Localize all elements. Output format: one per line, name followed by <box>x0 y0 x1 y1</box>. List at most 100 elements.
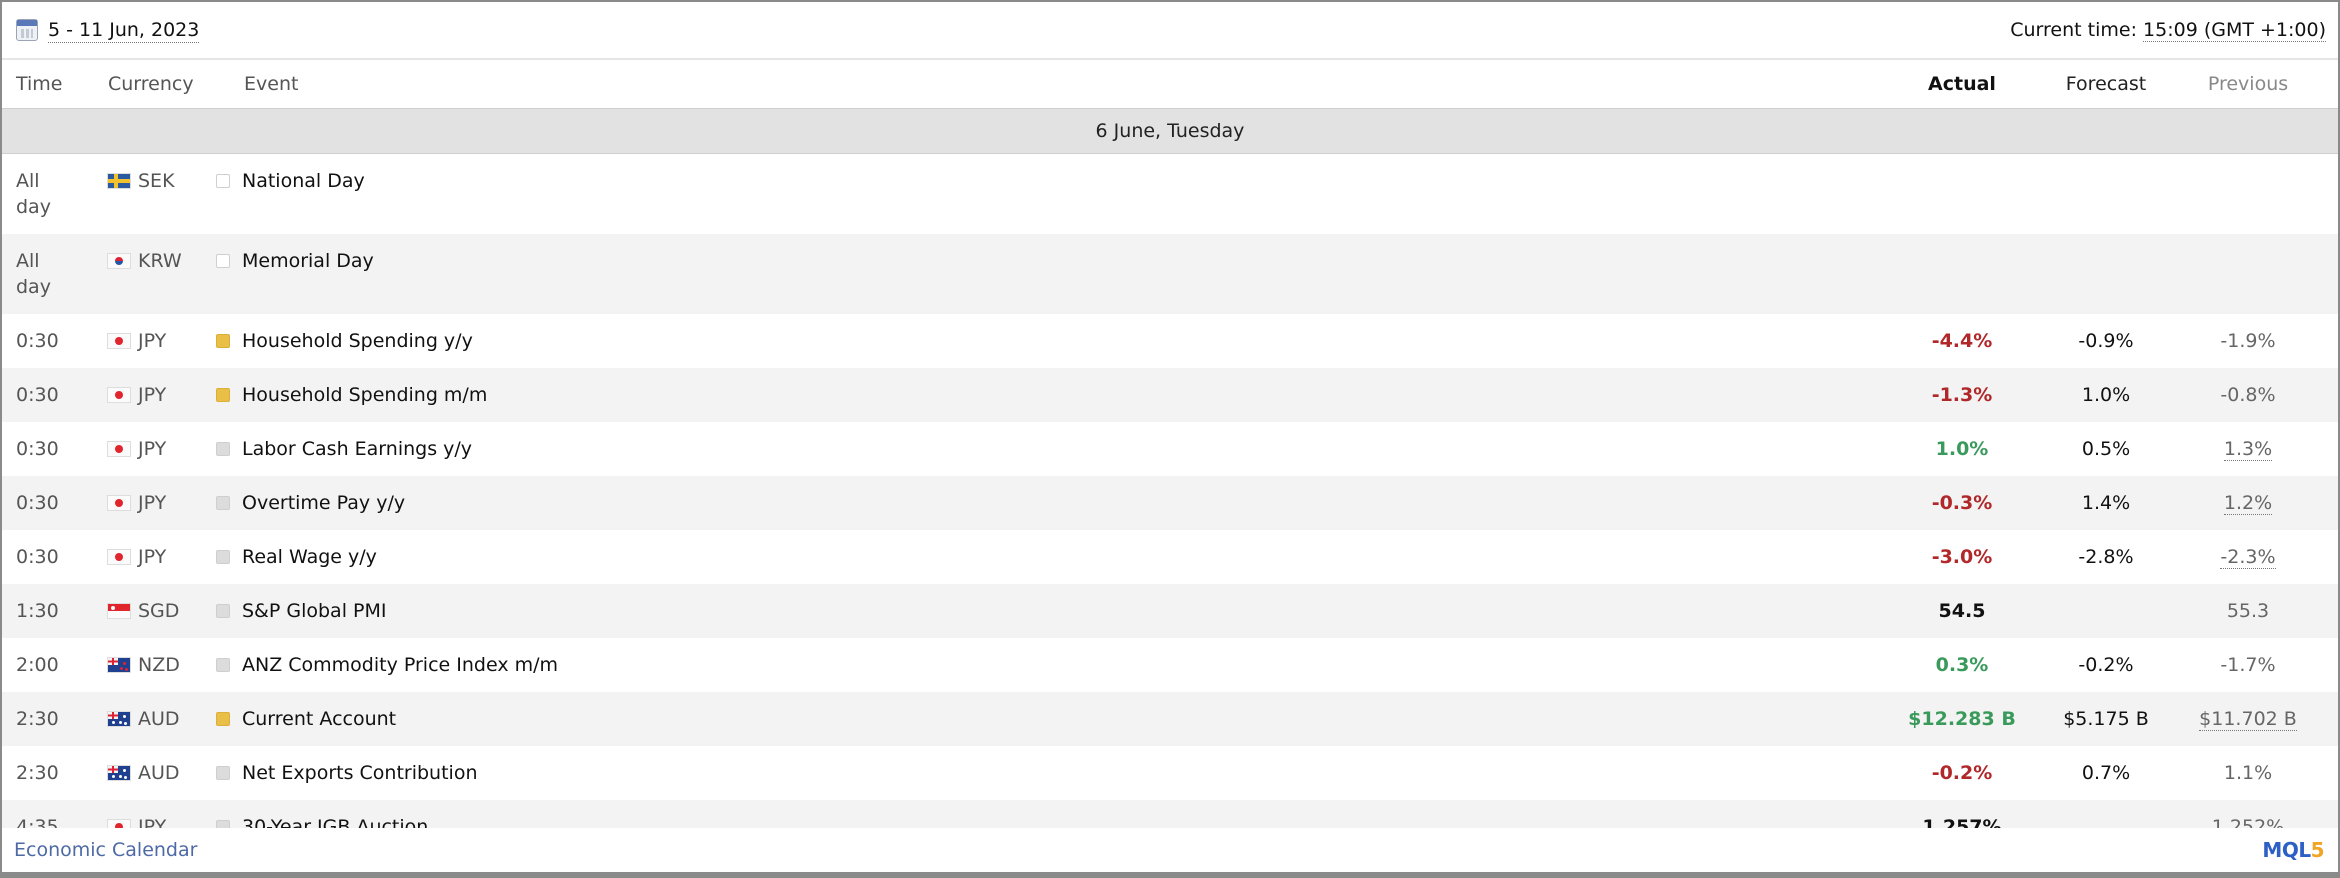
table-row[interactable]: 2:30 AUD Net Exports Contribution -0.2% 0… <box>2 746 2338 800</box>
event-time-line2: day <box>16 196 51 218</box>
previous-value: -2.3% <box>2168 545 2328 569</box>
event-name-link[interactable]: Labor Cash Earnings y/y <box>242 437 472 461</box>
event-time: 0:30 <box>16 330 59 352</box>
event-time: 0:30 <box>16 546 59 568</box>
event-name-link[interactable]: Household Spending m/m <box>242 383 487 407</box>
event-name-link[interactable]: Overtime Pay y/y <box>242 491 405 515</box>
forecast-value: 0.7% <box>2081 762 2131 784</box>
event-cell: ANZ Commodity Price Index m/m <box>216 653 558 677</box>
events-table-body[interactable]: All day SEK National Day All day KRW Memor… <box>2 154 2338 830</box>
column-header-previous: Previous <box>2207 73 2289 95</box>
importance-low-icon <box>216 604 230 618</box>
australia-flag-icon <box>108 766 130 780</box>
table-row[interactable]: 2:30 AUD Current Account $12.283 B $5.175… <box>2 692 2338 746</box>
event-cell: Household Spending y/y <box>216 329 473 353</box>
column-header-event: Event <box>244 73 299 95</box>
currency-code: JPY <box>138 330 167 352</box>
south-korea-flag-icon <box>108 254 130 268</box>
actual-value: -0.2% <box>1931 762 1993 784</box>
currency-code: AUD <box>138 708 180 730</box>
forecast-value: 1.0% <box>2081 384 2131 406</box>
date-range-selector[interactable]: 5 - 11 Jun, 2023 <box>16 18 200 43</box>
event-time: 2:30 <box>16 762 59 784</box>
importance-low-icon <box>216 766 230 780</box>
event-name-link[interactable]: Net Exports Contribution <box>242 761 478 785</box>
event-time: 0:30 <box>16 384 59 406</box>
forecast-value: 0.5% <box>2081 438 2131 460</box>
table-row[interactable]: 2:00 NZD ANZ Commodity Price Index m/m 0… <box>2 638 2338 692</box>
currency-code: AUD <box>138 762 180 784</box>
previous-value-text: 55.3 <box>2226 600 2270 622</box>
forecast-value: 1.4% <box>2081 492 2131 514</box>
currency-code: SEK <box>138 170 175 192</box>
previous-value-revised[interactable]: 1.3% <box>2223 438 2273 461</box>
event-time-line1: All <box>16 250 40 272</box>
current-time-label: Current time: <box>2010 19 2137 41</box>
calendar-icon[interactable] <box>16 19 38 41</box>
day-separator: 6 June, Tuesday <box>2 108 2338 154</box>
previous-value: -1.9% <box>2168 329 2328 353</box>
importance-medium-icon <box>216 712 230 726</box>
importance-low-icon <box>216 658 230 672</box>
economic-calendar-link[interactable]: Economic Calendar <box>14 839 197 861</box>
currency-code: JPY <box>138 438 167 460</box>
event-name-link[interactable]: Real Wage y/y <box>242 545 377 569</box>
actual-value: -1.3% <box>1931 384 1993 406</box>
event-name-link[interactable]: S&P Global PMI <box>242 599 386 623</box>
previous-value-revised[interactable]: 1.2% <box>2223 492 2273 515</box>
column-header-currency: Currency <box>108 73 194 95</box>
event-time: All day <box>2 168 62 220</box>
event-name-link[interactable]: Current Account <box>242 707 396 731</box>
event-cell: Household Spending m/m <box>216 383 487 407</box>
table-row[interactable]: All day SEK National Day <box>2 154 2338 234</box>
economic-calendar-widget: 5 - 11 Jun, 2023 Current time: 15:09 (GM… <box>0 0 2340 878</box>
event-time-line1: All <box>16 170 40 192</box>
table-row[interactable]: 1:30 SGD S&P Global PMI 54.5 55.3 <box>2 584 2338 638</box>
previous-value: 1.3% <box>2168 437 2328 461</box>
current-time-value[interactable]: 15:09 (GMT +1:00) <box>2143 19 2326 42</box>
previous-value: 1.1% <box>2168 761 2328 785</box>
actual-value: 1.0% <box>1935 438 1989 460</box>
event-cell: Net Exports Contribution <box>216 761 478 785</box>
actual-value: 0.3% <box>1935 654 1989 676</box>
event-time-line2: day <box>16 276 51 298</box>
previous-value-text: -1.9% <box>2220 330 2276 352</box>
column-header-time: Time <box>16 73 63 95</box>
event-time: 1:30 <box>16 600 59 622</box>
table-row[interactable]: 0:30 JPY Labor Cash Earnings y/y 1.0% 0.5… <box>2 422 2338 476</box>
event-time: 0:30 <box>16 492 59 514</box>
table-row[interactable]: 0:30 JPY Real Wage y/y -3.0% -2.8% -2.3% <box>2 530 2338 584</box>
event-cell: Real Wage y/y <box>216 545 377 569</box>
event-currency: KRW <box>108 249 182 273</box>
event-currency: NZD <box>108 653 180 677</box>
event-time: 2:00 <box>16 654 59 676</box>
event-cell: Labor Cash Earnings y/y <box>216 437 472 461</box>
event-cell: Memorial Day <box>216 249 374 273</box>
japan-flag-icon <box>108 442 130 456</box>
table-row[interactable]: 0:30 JPY Overtime Pay y/y -0.3% 1.4% 1.2% <box>2 476 2338 530</box>
actual-value: 54.5 <box>1938 600 1986 622</box>
event-name-link[interactable]: Memorial Day <box>242 249 374 273</box>
actual-value: -4.4% <box>1931 330 1993 352</box>
actual-value: -3.0% <box>1931 546 1993 568</box>
table-row[interactable]: 4:35 JPY 30-Year JGB Auction 1.257% 1.252… <box>2 800 2338 830</box>
mql5-logo-main: MQL <box>2262 838 2311 862</box>
mql5-logo[interactable]: MQL5 <box>2262 838 2324 862</box>
event-name-link[interactable]: Household Spending y/y <box>242 329 473 353</box>
event-name-link[interactable]: ANZ Commodity Price Index m/m <box>242 653 558 677</box>
previous-value-text: -1.7% <box>2220 654 2276 676</box>
actual-value: -0.3% <box>1931 492 1993 514</box>
table-row[interactable]: 0:30 JPY Household Spending m/m -1.3% 1.0… <box>2 368 2338 422</box>
importance-low-icon <box>216 442 230 456</box>
previous-value-revised[interactable]: -2.3% <box>2220 546 2276 569</box>
currency-code: JPY <box>138 546 167 568</box>
column-header-actual: Actual <box>1928 73 1996 95</box>
importance-none-icon <box>216 174 230 188</box>
date-range-label[interactable]: 5 - 11 Jun, 2023 <box>48 18 200 43</box>
table-row[interactable]: All day KRW Memorial Day <box>2 234 2338 314</box>
previous-value-revised[interactable]: $11.702 B <box>2199 708 2297 731</box>
table-row[interactable]: 0:30 JPY Household Spending y/y -4.4% -0.… <box>2 314 2338 368</box>
event-name-link[interactable]: National Day <box>242 169 365 193</box>
column-header-forecast: Forecast <box>2065 73 2147 95</box>
importance-low-icon <box>216 550 230 564</box>
